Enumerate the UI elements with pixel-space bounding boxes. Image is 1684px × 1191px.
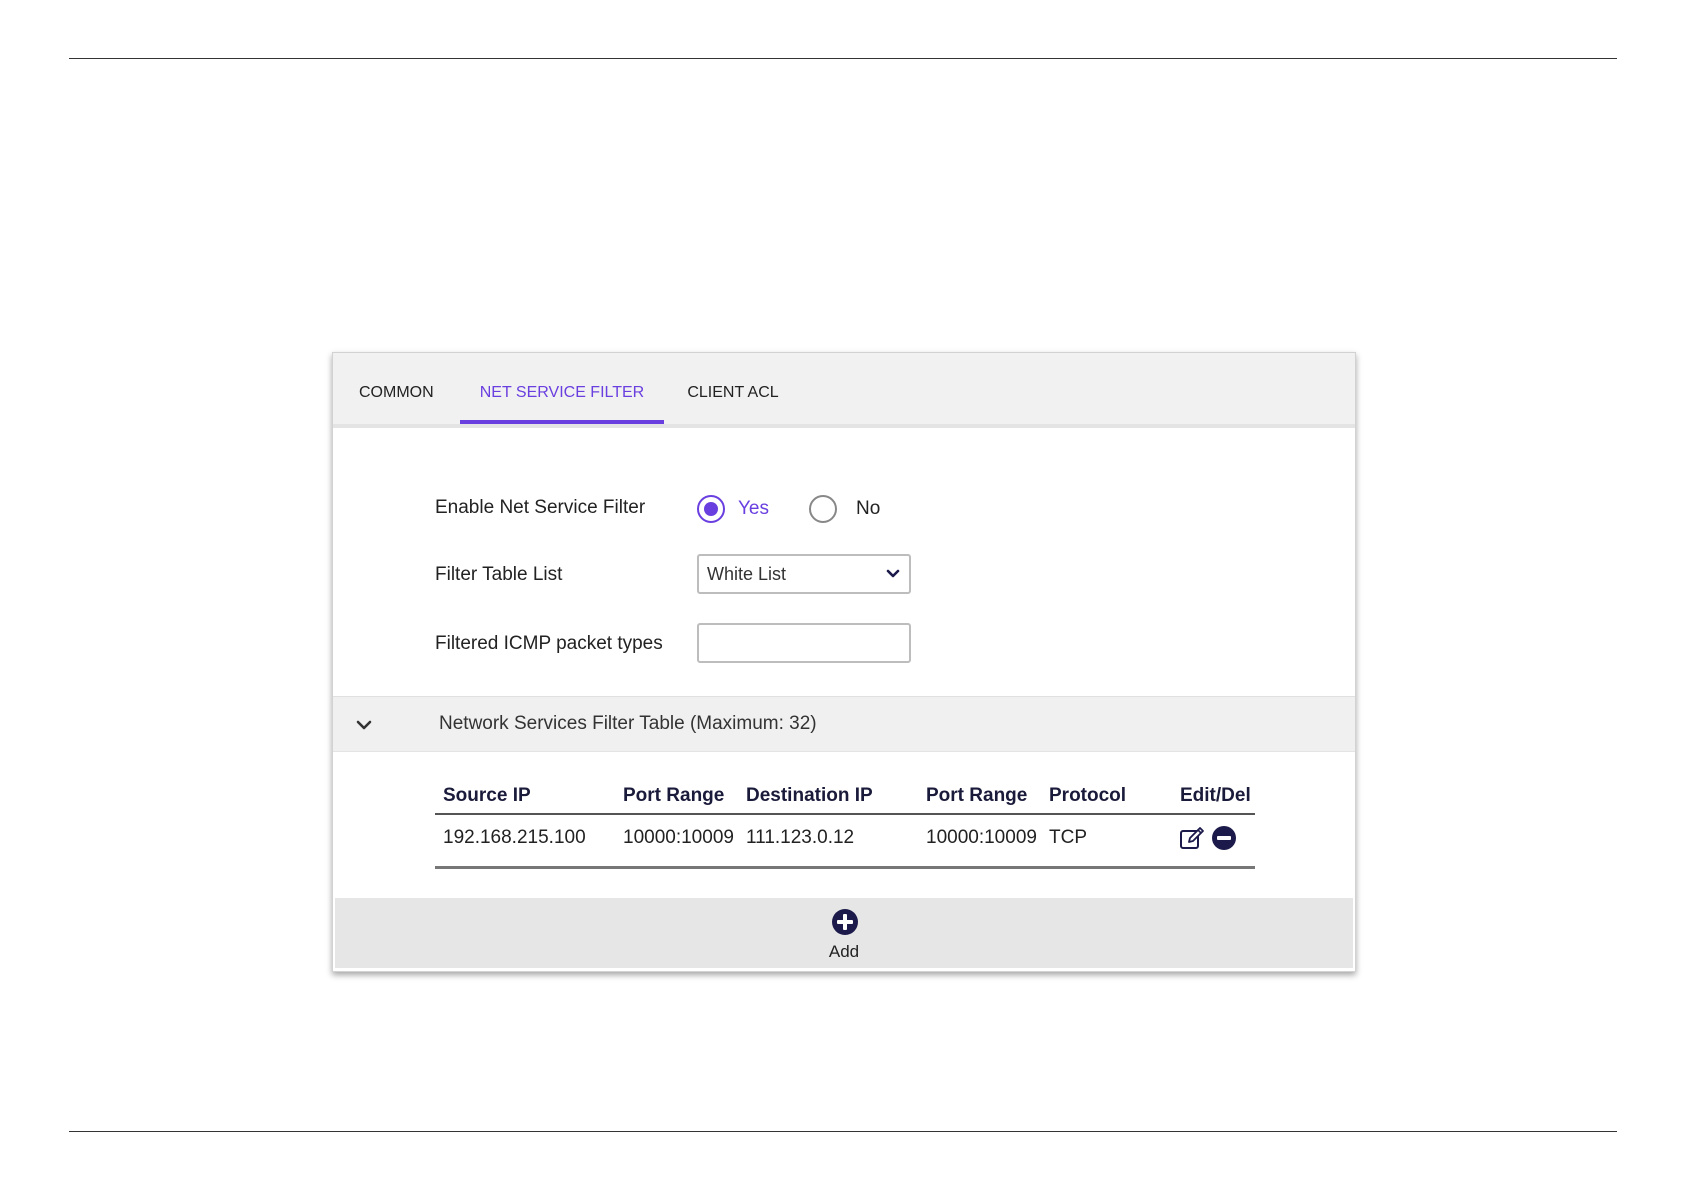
- tab-net-service-filter[interactable]: NET SERVICE FILTER: [460, 353, 664, 424]
- column-header-protocol: Protocol: [1049, 785, 1127, 806]
- enable-yes-radio[interactable]: [697, 495, 725, 523]
- filter-table-list-value: White List: [707, 564, 787, 584]
- column-header-port-range: Port Range: [926, 785, 1028, 806]
- bottom-divider: [69, 1131, 1617, 1132]
- filtered-icmp-label: Filtered ICMP packet types: [435, 633, 663, 654]
- filtered-icmp-input[interactable]: [697, 623, 911, 663]
- column-header-port-range: Port Range: [623, 785, 725, 806]
- chevron-down-icon: [886, 569, 900, 578]
- cell-source-port-range: 10000:10009: [623, 827, 734, 848]
- column-header-destination-ip: Destination IP: [746, 785, 873, 806]
- tab-client-acl[interactable]: CLIENT ACL: [685, 353, 781, 424]
- top-divider: [69, 58, 1617, 59]
- filter-table-section-header[interactable]: Network Services Filter Table (Maximum: …: [333, 696, 1355, 752]
- filter-table-list-select[interactable]: White List: [697, 554, 911, 594]
- cell-destination-ip: 111.123.0.12: [746, 827, 855, 848]
- edit-icon[interactable]: [1179, 825, 1205, 851]
- settings-panel: COMMON NET SERVICE FILTER CLIENT ACL Ena…: [332, 352, 1356, 972]
- enable-net-service-filter-label: Enable Net Service Filter: [435, 497, 646, 518]
- chevron-down-icon[interactable]: [355, 717, 373, 733]
- table-bottom-divider: [435, 866, 1255, 869]
- add-label: Add: [828, 942, 860, 961]
- cell-source-ip: 192.168.215.100: [443, 827, 586, 848]
- tab-common[interactable]: COMMON: [359, 353, 434, 424]
- add-button[interactable]: Add: [335, 898, 1353, 968]
- plus-circle-icon[interactable]: [831, 908, 859, 936]
- table-header-divider: [435, 813, 1255, 815]
- column-header-edit-del: Edit/Del: [1180, 785, 1251, 806]
- enable-no-radio[interactable]: [809, 495, 837, 523]
- filter-table-section-title: Network Services Filter Table (Maximum: …: [439, 713, 817, 734]
- tab-bar: COMMON NET SERVICE FILTER CLIENT ACL: [333, 353, 1355, 428]
- cell-protocol: TCP: [1049, 827, 1087, 848]
- enable-yes-label[interactable]: Yes: [738, 498, 769, 520]
- cell-destination-port-range: 10000:10009: [926, 827, 1037, 848]
- delete-icon[interactable]: [1211, 825, 1237, 851]
- enable-no-label[interactable]: No: [856, 498, 880, 520]
- column-header-source-ip: Source IP: [443, 785, 531, 806]
- filter-table-list-label: Filter Table List: [435, 564, 563, 585]
